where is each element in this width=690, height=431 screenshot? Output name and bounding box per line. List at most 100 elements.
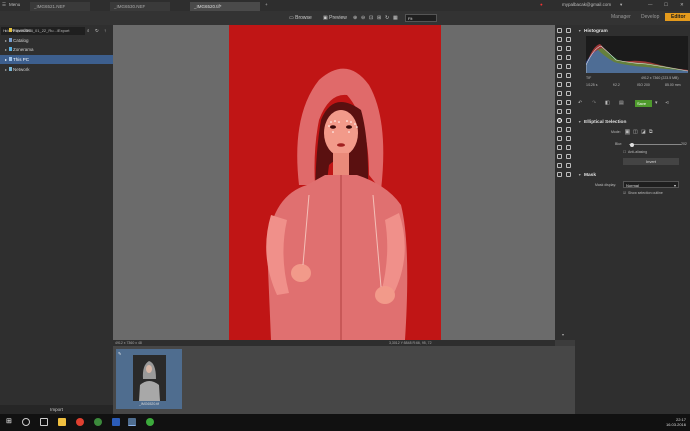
straighten-tool-icon[interactable]	[566, 46, 571, 51]
smudge-tool-icon[interactable]	[566, 100, 571, 105]
blur-slider-handle[interactable]	[629, 142, 634, 147]
zoom-fit-icon[interactable]: ⊡	[369, 15, 373, 21]
redo-icon[interactable]: ↷	[592, 100, 596, 106]
zoom-tool-icon[interactable]	[557, 37, 562, 42]
undo-icon[interactable]: ↶	[578, 100, 582, 106]
collapse-icon[interactable]: ▼	[578, 120, 581, 124]
save-button[interactable]: Save	[635, 100, 652, 107]
zoom-select[interactable]: Fit	[405, 14, 437, 22]
thumb-name: _IMG6520.tif	[138, 402, 160, 406]
pen-tool-icon[interactable]	[557, 145, 562, 150]
browse-button[interactable]: ▭ Browse	[289, 15, 312, 21]
brush-tool-icon[interactable]	[557, 73, 562, 78]
tab-img6521[interactable]: _IMG6521.NEF	[30, 2, 90, 11]
tab-img6520[interactable]: _IMG6520.tif*	[190, 2, 260, 11]
burn-tool-icon[interactable]	[566, 91, 571, 96]
notification-icon[interactable]: ●	[540, 2, 543, 7]
tab-img6530[interactable]: _IMG6530.NEF	[110, 2, 170, 11]
lasso-tool-icon[interactable]	[557, 127, 562, 132]
hand-tool-icon[interactable]	[566, 28, 571, 33]
zoom-out-icon[interactable]: ⊖	[361, 15, 365, 21]
grid-icon[interactable]: ▦	[393, 15, 398, 21]
new-tab-icon[interactable]: +	[265, 2, 268, 7]
invert-button[interactable]: Invert	[623, 158, 679, 165]
task-view-icon[interactable]	[40, 418, 48, 426]
collapse-icon[interactable]: ▼	[578, 173, 581, 177]
move-tool-icon[interactable]	[557, 28, 562, 33]
mode-new-icon[interactable]: ▣	[625, 129, 630, 135]
resize-tool-icon[interactable]	[566, 55, 571, 60]
mask-header[interactable]: ▼ Mask	[575, 171, 690, 179]
clone-tool-icon[interactable]	[557, 82, 562, 87]
editor-mode-button[interactable]: Editor	[665, 13, 690, 21]
histogram-header[interactable]: ▼ Histogram	[575, 27, 690, 35]
file-explorer-icon[interactable]	[58, 418, 66, 426]
frame-tool-icon[interactable]	[557, 163, 562, 168]
eyedropper-tool-icon[interactable]	[557, 46, 562, 51]
word-icon[interactable]	[112, 418, 120, 426]
filmstrip-thumb[interactable]: ✎ _IMG6520.tif	[116, 349, 182, 409]
file-dimensions: 4912 x 7360 (223.5 MB)	[641, 76, 679, 80]
watermark-tool-icon[interactable]	[566, 154, 571, 159]
close-icon[interactable]: ✕	[680, 2, 684, 8]
redeye-tool-icon[interactable]	[557, 64, 562, 69]
chrome-icon[interactable]	[76, 418, 84, 426]
eye-tool-icon[interactable]	[566, 64, 571, 69]
perspective-tool-icon[interactable]	[557, 55, 562, 60]
collapse-icon[interactable]: ▼	[578, 29, 581, 33]
app-icon[interactable]	[94, 418, 102, 426]
text-tool-icon[interactable]	[557, 136, 562, 141]
levels-tool-icon[interactable]	[566, 172, 571, 177]
maximize-icon[interactable]: ☐	[664, 2, 668, 8]
stamp-tool-icon[interactable]	[557, 100, 562, 105]
line-tool-icon[interactable]	[566, 145, 571, 150]
user-email[interactable]: mypalbacak@gmail.com	[562, 2, 611, 7]
zoom-actual-icon[interactable]: ⊞	[377, 15, 381, 21]
windows-start-icon[interactable]: ⊞	[6, 417, 14, 425]
arrow-tool-icon[interactable]	[557, 154, 562, 159]
search-icon[interactable]	[22, 418, 30, 426]
heal-tool-icon[interactable]	[566, 82, 571, 87]
account-menu-icon[interactable]: ▾	[620, 2, 622, 8]
blur-slider[interactable]	[629, 142, 681, 147]
preview-button[interactable]: ▣ Preview	[323, 15, 347, 21]
dodge-tool-icon[interactable]	[557, 91, 562, 96]
share-icon[interactable]: ⋖	[665, 100, 669, 106]
collapse-icon[interactable]: ▾	[562, 332, 564, 337]
menu-button[interactable]: Menu	[9, 2, 20, 7]
zoner-icon[interactable]	[128, 418, 136, 426]
layer-tool-icon[interactable]	[566, 163, 571, 168]
system-clock[interactable]: 22:17 16.03.2016	[666, 417, 686, 427]
photo-canvas[interactable]	[229, 25, 441, 340]
crop-tool-icon[interactable]	[566, 37, 571, 42]
minimize-icon[interactable]: —	[648, 2, 653, 7]
mask-display-select[interactable]: Normal ▾	[623, 181, 679, 188]
magic-wand-tool-icon[interactable]	[566, 127, 571, 132]
fill-tool-icon[interactable]	[566, 109, 571, 114]
ellipse-select-tool-icon[interactable]	[557, 118, 562, 123]
menu-icon[interactable]: ☰	[2, 2, 6, 8]
save-options-icon[interactable]: ▾	[655, 100, 658, 106]
mode-intersect-icon[interactable]: ⧉	[649, 129, 653, 135]
develop-mode-button[interactable]: Develop	[641, 14, 659, 20]
selection-header[interactable]: ▼ Elliptical Selection	[575, 118, 690, 126]
antialias-checkbox[interactable]: ☐	[623, 150, 626, 154]
blur-value[interactable]: 202	[681, 142, 687, 146]
outline-checkbox[interactable]: ☑	[623, 191, 626, 195]
mode-subtract-icon[interactable]: ◪	[641, 129, 646, 135]
eraser-tool-icon[interactable]	[566, 73, 571, 78]
tab-label: _IMG6520.tif*	[194, 4, 222, 9]
mode-add-icon[interactable]: ◫	[633, 129, 638, 135]
import-button[interactable]: Import	[0, 405, 113, 414]
gradient-tool-icon[interactable]	[557, 109, 562, 114]
curves-tool-icon[interactable]	[557, 172, 562, 177]
apply-icon[interactable]: ▤	[619, 100, 624, 106]
rotate-icon[interactable]: ↻	[385, 15, 389, 21]
compare-icon[interactable]: ◧	[605, 100, 610, 106]
zoom-in-icon[interactable]: ⊕	[353, 15, 357, 21]
shape-tool-icon[interactable]	[566, 136, 571, 141]
messenger-icon[interactable]	[146, 418, 154, 426]
histogram-title: Histogram	[584, 28, 608, 34]
manager-mode-button[interactable]: Manager	[611, 14, 631, 20]
rect-select-tool-icon[interactable]	[566, 118, 571, 123]
